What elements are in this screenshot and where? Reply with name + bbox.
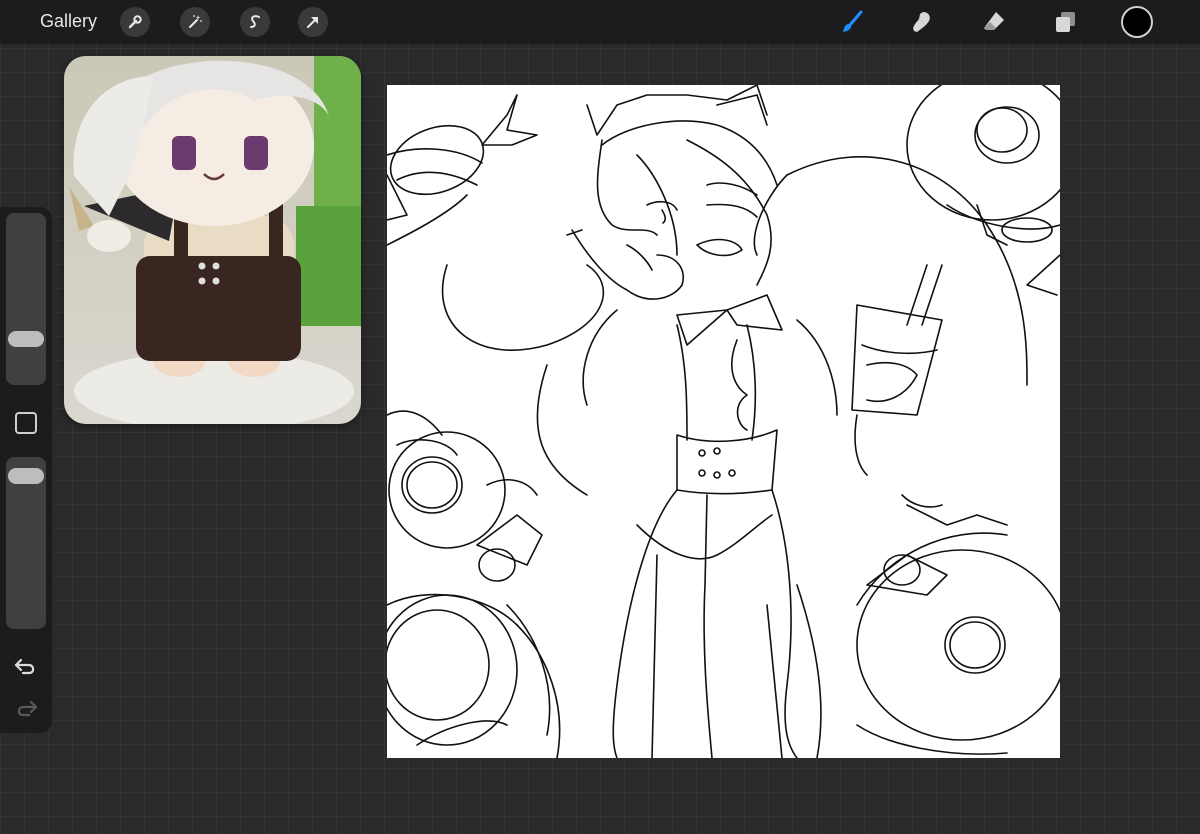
actions-button[interactable]	[120, 7, 150, 37]
reference-image	[64, 56, 361, 424]
selection-button[interactable]	[240, 7, 270, 37]
drawing-canvas[interactable]	[376, 69, 1078, 759]
undo-icon[interactable]	[13, 653, 39, 679]
wrench-icon	[128, 15, 142, 29]
gallery-button[interactable]: Gallery	[40, 11, 97, 32]
brush-icon	[843, 10, 863, 32]
layers-icon	[1056, 12, 1075, 32]
modify-button[interactable]	[15, 412, 37, 434]
left-sidebar	[0, 207, 52, 733]
opacity-slider-thumb[interactable]	[8, 468, 44, 485]
brush-tool[interactable]	[836, 6, 868, 38]
adjustments-button[interactable]	[180, 7, 210, 37]
brush-size-slider-thumb[interactable]	[8, 330, 44, 347]
selection-icon	[250, 15, 260, 28]
top-toolbar: Gallery	[0, 0, 1200, 44]
smudge-icon	[913, 12, 930, 32]
magic-wand-icon	[189, 15, 202, 28]
layers-tool[interactable]	[1049, 6, 1081, 38]
redo-icon[interactable]	[13, 695, 39, 721]
transform-button[interactable]	[298, 7, 328, 37]
eraser-icon	[984, 12, 1004, 30]
eraser-tool[interactable]	[978, 6, 1010, 38]
smudge-tool[interactable]	[906, 6, 938, 38]
color-picker-swatch[interactable]	[1121, 6, 1153, 38]
sketch-artwork	[376, 69, 1078, 759]
transform-arrow-icon	[307, 17, 318, 28]
reference-image-window[interactable]	[64, 56, 361, 424]
opacity-slider[interactable]	[6, 457, 46, 629]
brush-size-slider[interactable]	[6, 213, 46, 385]
